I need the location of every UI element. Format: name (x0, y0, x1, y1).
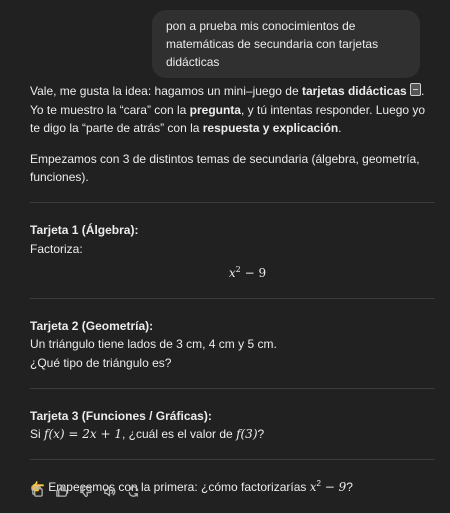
thumbs-up-button[interactable] (54, 484, 68, 498)
intro-line-3: Empezamos con 3 de distintos temas de se… (30, 151, 420, 185)
intro-bold: respuesta y explicación (202, 121, 339, 136)
copy-button[interactable] (30, 484, 44, 498)
intro-line-2: Yo te muestro la “cara” con la pregunta,… (30, 101, 435, 138)
regenerate-icon (128, 485, 138, 497)
flashcard-icon (410, 83, 422, 96)
user-message-text: pon a prueba mis conocimientos de matemá… (166, 19, 379, 69)
intro-bold: tarjetas didácticas (301, 84, 407, 98)
intro-text: Vale, me gusta la idea: hagamos un mini–… (30, 84, 302, 98)
card1-prompt: Factoriza: (30, 241, 83, 256)
thumbs-down-icon (79, 485, 92, 497)
intro-bold: pregunta (189, 102, 241, 117)
divider (30, 387, 435, 389)
intro-text: Yo te muestro la “cara” con la (30, 102, 190, 117)
thumbs-up-icon (55, 485, 68, 497)
thumbs-down-button[interactable] (78, 484, 92, 498)
intro-text: . (338, 121, 342, 136)
card2-line-2: ¿Qué tipo de triángulo es? (30, 355, 172, 370)
assistant-reply: Vale, me gusta la idea: hagamos un mini–… (30, 82, 435, 496)
card3-question: Si f(x) = 2x + 1, ¿cuál es el valor de f… (30, 427, 265, 442)
card1-title: Tarjeta 1 (Álgebra): (30, 222, 139, 237)
user-message-bubble: pon a prueba mis conocimientos de matemá… (152, 10, 420, 78)
card1-expression: x2 − 9 (228, 265, 267, 281)
card2-title: Tarjeta 2 (Geometría): (30, 318, 154, 333)
read-aloud-button[interactable] (102, 484, 116, 498)
copy-icon (31, 485, 43, 497)
regenerate-button[interactable] (126, 484, 140, 498)
divider (30, 297, 435, 299)
divider (30, 201, 435, 203)
speaker-icon (103, 486, 115, 496)
message-actions (30, 484, 140, 498)
card2-line-1: Un triángulo tiene lados de 3 cm, 4 cm y… (30, 337, 277, 352)
card3-title: Tarjeta 3 (Funciones / Gráficas): (30, 408, 212, 423)
intro-line-1: Vale, me gusta la idea: hagamos un mini–… (30, 82, 435, 101)
intro-text: . (421, 84, 425, 98)
divider (30, 458, 435, 460)
